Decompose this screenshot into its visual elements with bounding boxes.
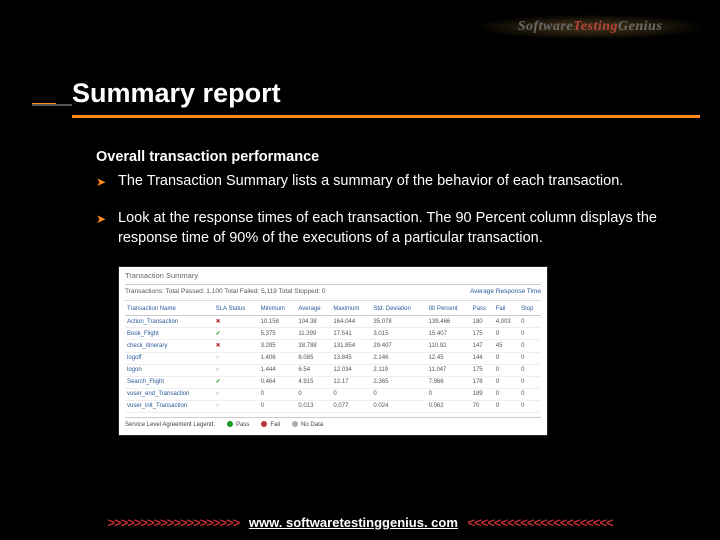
footer: >>>>>>>>>>>>>>>>>>>> www. softwaretestin… [0, 515, 720, 530]
logo-part-software: Software [518, 19, 573, 35]
table-row: Search_Flight✔0.4644.91512.172.3657.9661… [125, 376, 541, 388]
table-row: vuser_init_Transaction○00.0130.0770.0240… [125, 400, 541, 412]
table-header: Average [296, 303, 331, 316]
page-title: Summary report [72, 78, 700, 117]
table-row: vuser_end_Transaction○0000018900 [125, 388, 541, 400]
sla-legend: Service Level Agreement Legend: Pass Fai… [125, 417, 541, 429]
sla-fail-icon: ✖ [216, 319, 221, 325]
logo-part-testing: Testing [573, 19, 618, 35]
table-header: Std. Deviation [371, 303, 426, 316]
table-header: Maximum [331, 303, 371, 316]
table-row: Action_Transaction✖10.158104.38164.04435… [125, 316, 541, 328]
bullet-text: The Transaction Summary lists a summary … [118, 172, 692, 192]
table-header: Transaction Name [125, 303, 214, 316]
footer-link[interactable]: www. softwaretestinggenius. com [243, 515, 464, 530]
content-area: Overall transaction performance ➤ The Tr… [96, 148, 692, 436]
sla-nodata-icon: ○ [216, 355, 220, 361]
sla-nodata-icon: ○ [216, 391, 220, 397]
table-header: Pass [471, 303, 494, 316]
screenshot-subtitle: Transactions: Total Passed: 1,100 Total … [125, 288, 541, 301]
brand-logo: Software Testing Genius [460, 12, 720, 42]
bullet-text: Look at the response times of each trans… [118, 209, 692, 248]
sla-pass-icon: ✔ [216, 331, 221, 337]
table-header: Stop [519, 303, 541, 316]
bullet-arrow-icon: ➤ [96, 172, 118, 192]
table-row: logoff○1.4068.08513.8452.14612.4514400 [125, 352, 541, 364]
title-area: Summary report [72, 78, 700, 117]
table-row: Book_Flight✔5.37511.39917.5413.01515.407… [125, 328, 541, 340]
decorative-rule [32, 52, 56, 106]
bullet-item: ➤ Look at the response times of each tra… [96, 209, 692, 248]
transaction-summary-screenshot: Transaction Summary Transactions: Total … [118, 266, 548, 436]
sla-fail-icon: ✖ [216, 343, 221, 349]
section-subhead: Overall transaction performance [96, 148, 692, 168]
decorative-rule [32, 104, 72, 106]
sla-nodata-icon: ○ [216, 403, 220, 409]
table-header: Minimum [259, 303, 297, 316]
sla-nodata-icon: ○ [216, 367, 220, 373]
screenshot-title: Transaction Summary [125, 271, 541, 285]
table-row: logon○1.4446.5412.0342.11911.04717500 [125, 364, 541, 376]
bullet-arrow-icon: ➤ [96, 209, 118, 248]
logo-part-genius: Genius [618, 19, 662, 35]
title-underline [72, 115, 700, 118]
bullet-item: ➤ The Transaction Summary lists a summar… [96, 172, 692, 192]
footer-arrows-right: <<<<<<<<<<<<<<<<<<<<<< [468, 515, 613, 530]
transaction-table: Transaction NameSLA StatusMinimumAverage… [125, 303, 541, 413]
table-header: 90 Percent [427, 303, 471, 316]
table-row: check_itinerary✖3.29538.788131.85429.407… [125, 340, 541, 352]
sla-pass-icon: ✔ [216, 379, 221, 385]
table-header: SLA Status [214, 303, 259, 316]
table-header: Fail [494, 303, 519, 316]
footer-arrows-left: >>>>>>>>>>>>>>>>>>>> [107, 515, 239, 530]
